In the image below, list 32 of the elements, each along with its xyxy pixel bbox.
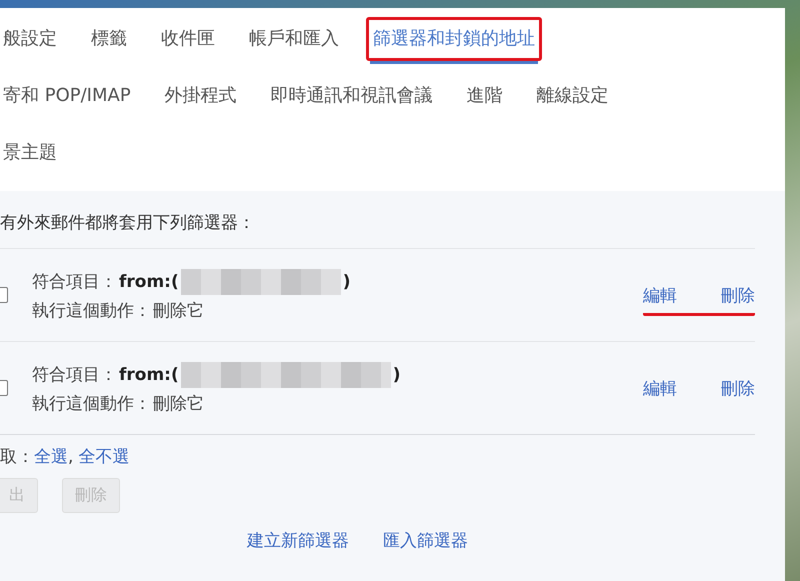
settings-tab[interactable]: 帳戶和匯入 [242,17,346,61]
match-label: 符合項目： [32,364,117,386]
action-value: 刪除它 [153,300,204,322]
action-label: 執行這個動作： [32,300,151,322]
edit-link[interactable]: 編輯 [643,284,677,307]
filters-heading: 有外來郵件都將套用下列篩選器： [0,212,256,235]
action-value: 刪除它 [153,392,204,414]
comma-separator: , [68,446,74,466]
match-label: 符合項目： [32,271,117,293]
select-all-link[interactable]: 全選 [34,445,68,468]
match-value: from:( [119,364,179,384]
settings-tab[interactable]: 寄和 POP/IMAP [0,74,138,118]
settings-tab[interactable]: 離線設定 [530,74,616,118]
settings-tab[interactable]: 收件匣 [154,17,222,61]
settings-tab[interactable]: 進階 [460,74,510,118]
match-paren: ) [392,364,401,384]
select-label: 取： [0,446,34,468]
select-none-link[interactable]: 全不選 [78,445,130,468]
match-value: from:( [119,272,179,292]
match-paren: ) [342,272,351,292]
settings-tab[interactable]: 篩選器和封鎖的地址 [366,17,542,61]
edit-link[interactable]: 編輯 [643,377,677,400]
settings-tab[interactable]: 標籤 [84,17,134,61]
settings-tab[interactable]: 即時通訊和視訊會議 [264,74,440,118]
action-label: 執行這個動作： [32,392,151,414]
delete-link[interactable]: 刪除 [721,377,755,400]
settings-tab[interactable]: 般設定 [0,17,64,61]
filter-link[interactable]: 匯入篩選器 [383,529,468,552]
delete-link[interactable]: 刪除 [721,284,755,307]
settings-tab[interactable]: 景主題 [0,131,64,175]
filter-link[interactable]: 建立新篩選器 [247,529,349,552]
settings-tab[interactable]: 外掛程式 [158,74,244,118]
